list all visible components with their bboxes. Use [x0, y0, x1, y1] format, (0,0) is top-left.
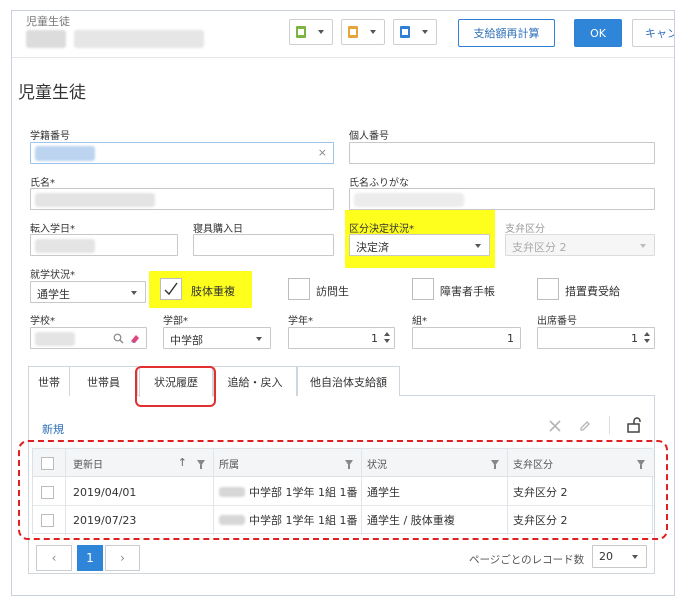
homon-checkbox[interactable]	[288, 278, 310, 300]
pager-prev[interactable]: ‹	[36, 545, 72, 571]
blurred-avatar	[26, 30, 66, 48]
shusseki-label: 出席番号	[537, 316, 577, 327]
kojin-input[interactable]	[349, 142, 655, 164]
kumi-value: 1	[507, 332, 514, 345]
gakko-label: 学校*	[30, 316, 55, 327]
green-document-icon	[296, 26, 306, 38]
gakuseki-label: 学籍番号	[30, 131, 70, 142]
blurred-value	[35, 193, 155, 207]
checkmark-icon	[164, 282, 178, 296]
gakubu-select[interactable]: 中学部	[163, 327, 271, 349]
header-divider	[12, 57, 674, 58]
furigana-input[interactable]	[349, 188, 655, 210]
gakuseki-input[interactable]: ×	[30, 142, 334, 164]
tab-tsuikyu[interactable]: 追給・戻入	[213, 366, 297, 396]
header-title: 児童生徒	[26, 15, 70, 28]
dialog-header: 児童生徒 支給額再計算 OK キャン	[12, 11, 674, 57]
gakko-input[interactable]	[30, 327, 147, 349]
tennyu-label: 転入学日*	[30, 224, 75, 235]
kubun-label: 区分決定状況*	[349, 224, 414, 235]
homon-label: 訪問生	[316, 285, 349, 298]
orange-document-icon	[348, 26, 358, 38]
shugaku-label: 就学状況*	[30, 270, 75, 281]
shimei-label: 氏名*	[30, 178, 55, 189]
export-green-button[interactable]	[289, 19, 333, 45]
eraser-icon[interactable]	[129, 333, 141, 344]
gakunen-label: 学年*	[288, 316, 313, 327]
per-page-select[interactable]: 20	[592, 545, 647, 568]
gakubu-label: 学部*	[163, 316, 188, 327]
cancel-button[interactable]: キャン	[632, 19, 674, 47]
shingu-input[interactable]	[193, 234, 334, 256]
per-page-label: ページごとのレコード数	[469, 554, 585, 566]
shitai-label: 肢体重複	[191, 285, 235, 298]
delete-icon[interactable]	[548, 419, 562, 433]
sochi-label: 措置費受給	[565, 285, 620, 298]
edit-icon[interactable]	[578, 419, 592, 433]
kumi-input[interactable]: 1	[412, 327, 521, 349]
shiben-value: 支弁区分 2	[512, 241, 567, 254]
pager-next[interactable]: ›	[105, 545, 140, 571]
recalculate-button[interactable]: 支給額再計算	[458, 19, 555, 47]
per-page-value: 20	[599, 550, 613, 563]
page-title: 児童生徒	[18, 83, 86, 103]
gakubu-value: 中学部	[170, 334, 203, 347]
unlock-icon[interactable]	[625, 416, 643, 434]
blue-document-icon	[400, 26, 410, 38]
ok-button[interactable]: OK	[574, 19, 622, 47]
tab-setaiin[interactable]: 世帯員	[69, 366, 138, 396]
spinner[interactable]	[643, 330, 651, 346]
tab-highlight	[135, 366, 216, 407]
gakunen-input[interactable]: 1	[288, 327, 395, 349]
sochi-checkbox[interactable]	[537, 278, 559, 300]
shugaku-select[interactable]: 通学生	[30, 281, 146, 303]
chevron-down-icon	[131, 291, 137, 295]
shusseki-input[interactable]: 1	[537, 327, 655, 349]
blurred-value	[354, 193, 464, 207]
chevron-down-icon	[256, 337, 262, 341]
furigana-label: 氏名ふりがな	[349, 178, 409, 189]
shingu-label: 寝具購入日	[193, 224, 243, 235]
gakunen-value: 1	[371, 332, 378, 345]
export-orange-button[interactable]	[341, 19, 385, 45]
blurred-value	[35, 239, 95, 253]
search-icon[interactable]	[113, 333, 124, 344]
spinner[interactable]	[383, 330, 391, 346]
chevron-down-icon	[475, 244, 481, 248]
tennyu-input[interactable]	[30, 234, 178, 256]
blurred-value	[35, 332, 75, 346]
chevron-down-icon	[370, 30, 376, 34]
clear-icon[interactable]: ×	[318, 146, 327, 159]
shitai-checkbox[interactable]	[160, 278, 182, 300]
kubun-select[interactable]: 決定済	[349, 234, 490, 256]
chevron-down-icon	[640, 244, 646, 248]
shusseki-value: 1	[631, 332, 638, 345]
blurred-value	[35, 146, 95, 161]
chevron-down-icon	[318, 30, 324, 34]
shiben-label: 支弁区分	[505, 224, 545, 235]
chevron-down-icon	[422, 30, 428, 34]
new-link[interactable]: 新規	[42, 421, 64, 437]
kumi-label: 組*	[412, 316, 427, 327]
export-blue-button[interactable]	[393, 19, 437, 45]
kubun-value: 決定済	[356, 241, 389, 254]
shimei-input[interactable]	[30, 188, 334, 210]
blurred-name	[74, 30, 204, 48]
shiben-select: 支弁区分 2	[505, 234, 655, 256]
tab-tajichitai[interactable]: 他自治体支給額	[297, 366, 400, 396]
tab-setai[interactable]: 世帯	[28, 366, 70, 396]
chevron-down-icon	[632, 555, 638, 559]
kojin-label: 個人番号	[349, 131, 389, 142]
pager-page-1[interactable]: 1	[77, 545, 103, 571]
techo-checkbox[interactable]	[412, 278, 434, 300]
toolbar-divider	[609, 416, 610, 434]
shugaku-value: 通学生	[37, 288, 70, 301]
grid-highlight	[18, 440, 668, 540]
techo-label: 障害者手帳	[440, 285, 495, 298]
